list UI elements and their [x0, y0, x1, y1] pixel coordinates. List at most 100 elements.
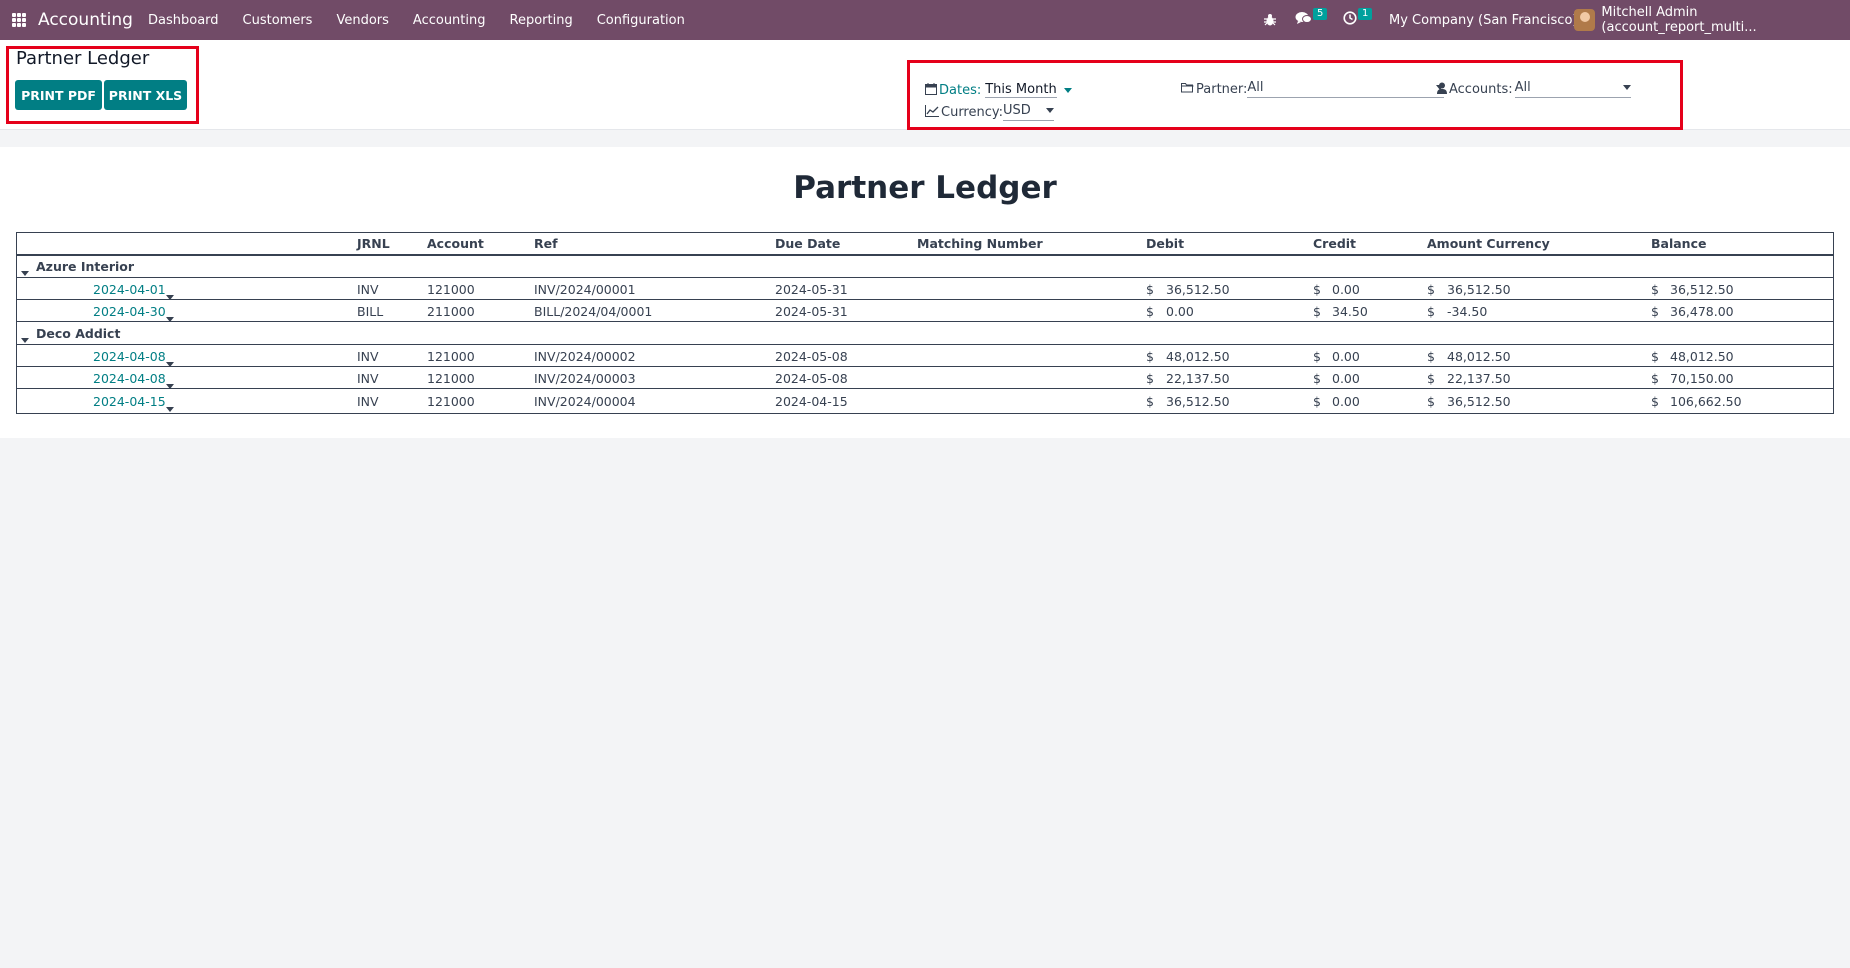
- balance-cell: 36,512.50: [1670, 282, 1734, 297]
- col-ref: Ref: [534, 236, 558, 251]
- currency-symbol: $: [1427, 304, 1435, 319]
- table-row: 2024-04-15 INV 121000 INV/2024/00004 202…: [17, 390, 1833, 412]
- balance-cell: 36,478.00: [1670, 304, 1734, 319]
- chevron-down-icon: [1046, 108, 1055, 113]
- menu-customers[interactable]: Customers: [243, 13, 313, 28]
- currency-symbol: $: [1313, 349, 1321, 364]
- partner-select[interactable]: All: [1247, 80, 1445, 98]
- balance-cell: 48,012.50: [1670, 349, 1734, 364]
- menu-dashboard[interactable]: Dashboard: [148, 13, 219, 28]
- ref-cell: INV/2024/00003: [534, 371, 636, 386]
- due-date-cell: 2024-05-08: [775, 371, 848, 386]
- user-name: Mitchell Admin (account_report_multi...: [1601, 5, 1757, 35]
- currency-symbol: $: [1146, 371, 1154, 386]
- currency-symbol: $: [1313, 304, 1321, 319]
- currency-label: Currency:: [941, 104, 1004, 120]
- currency-symbol: $: [1651, 304, 1659, 319]
- credit-cell: 34.50: [1332, 304, 1368, 319]
- jrnl-cell: INV: [357, 282, 379, 297]
- move-date-link[interactable]: 2024-04-15: [93, 394, 166, 409]
- balance-cell: 106,662.50: [1670, 394, 1742, 409]
- col-due-date: Due Date: [775, 236, 841, 251]
- accounts-value: All: [1514, 80, 1531, 95]
- amount-currency-cell: -34.50: [1447, 304, 1488, 319]
- dates-value[interactable]: This Month: [985, 82, 1057, 98]
- app-brand[interactable]: Accounting: [38, 10, 133, 30]
- menu-reporting[interactable]: Reporting: [510, 13, 573, 28]
- line-menu-caret-icon[interactable]: [166, 407, 174, 412]
- user-icon: [1437, 82, 1447, 97]
- partner-filter[interactable]: Partner: All: [1181, 80, 1445, 98]
- amount-currency-cell: 36,512.50: [1447, 282, 1511, 297]
- col-matching-number: Matching Number: [917, 236, 1043, 251]
- ref-cell: INV/2024/00002: [534, 349, 636, 364]
- report-title: Partner Ledger: [793, 170, 1057, 206]
- folder-icon: [1181, 82, 1194, 96]
- chevron-down-icon: [1622, 85, 1631, 90]
- move-date-link[interactable]: 2024-04-01: [93, 282, 166, 297]
- dates-filter[interactable]: Dates: This Month: [925, 82, 1072, 98]
- credit-cell: 0.00: [1332, 394, 1360, 409]
- app-menu-icon[interactable]: [12, 13, 26, 27]
- jrnl-cell: BILL: [357, 304, 384, 319]
- amount-currency-cell: 48,012.50: [1447, 349, 1511, 364]
- messages-button[interactable]: 5: [1295, 0, 1328, 40]
- dates-label: Dates:: [939, 82, 982, 98]
- account-cell: 121000: [427, 282, 475, 297]
- print-xls-button[interactable]: PRINT XLS: [104, 80, 187, 110]
- jrnl-cell: INV: [357, 371, 379, 386]
- partner-label: Partner:: [1196, 81, 1248, 97]
- user-menu[interactable]: Mitchell Admin (account_report_multi...: [1574, 0, 1850, 40]
- ref-cell: INV/2024/00004: [534, 394, 636, 409]
- currency-symbol: $: [1146, 304, 1154, 319]
- account-cell: 121000: [427, 349, 475, 364]
- account-cell: 121000: [427, 394, 475, 409]
- collapse-caret-icon[interactable]: [21, 271, 29, 276]
- move-date-link[interactable]: 2024-04-30: [93, 304, 166, 319]
- activities-button[interactable]: 1: [1343, 0, 1373, 40]
- chevron-down-icon: [1063, 87, 1072, 93]
- line-menu-caret-icon[interactable]: [166, 317, 174, 322]
- col-account: Account: [427, 236, 484, 251]
- table-row: 2024-04-30 BILL 211000 BILL/2024/04/0001…: [17, 300, 1833, 322]
- currency-symbol: $: [1146, 394, 1154, 409]
- print-pdf-button[interactable]: PRINT PDF: [15, 80, 102, 110]
- ref-cell: INV/2024/00001: [534, 282, 636, 297]
- collapse-caret-icon[interactable]: [21, 338, 29, 343]
- due-date-cell: 2024-05-31: [775, 304, 848, 319]
- currency-value: USD: [1003, 103, 1031, 118]
- line-menu-caret-icon[interactable]: [166, 384, 174, 389]
- jrnl-cell: INV: [357, 349, 379, 364]
- move-date-link[interactable]: 2024-04-08: [93, 349, 166, 364]
- jrnl-cell: INV: [357, 394, 379, 409]
- currency-symbol: $: [1313, 282, 1321, 297]
- table-row: 2024-04-01 INV 121000 INV/2024/00001 202…: [17, 278, 1833, 300]
- ref-cell: BILL/2024/04/0001: [534, 304, 653, 319]
- currency-select[interactable]: USD: [1003, 103, 1055, 121]
- credit-cell: 0.00: [1332, 371, 1360, 386]
- currency-filter[interactable]: Currency: USD: [925, 103, 1055, 121]
- menu-accounting[interactable]: Accounting: [413, 13, 486, 28]
- debug-icon[interactable]: [1263, 0, 1277, 40]
- group-row-deco-addict[interactable]: Deco Addict: [17, 323, 1833, 345]
- accounts-filter[interactable]: Accounts: All: [1437, 80, 1631, 98]
- partner-value: All: [1247, 80, 1264, 95]
- move-date-link[interactable]: 2024-04-08: [93, 371, 166, 386]
- currency-symbol: $: [1146, 349, 1154, 364]
- col-amount-currency: Amount Currency: [1427, 236, 1550, 251]
- top-navbar: Accounting Dashboard Customers Vendors A…: [0, 0, 1850, 40]
- table-row: 2024-04-08 INV 121000 INV/2024/00003 202…: [17, 367, 1833, 389]
- company-switcher[interactable]: My Company (San Francisco): [1389, 0, 1577, 40]
- chat-icon: [1295, 11, 1312, 29]
- main-menu: Dashboard Customers Vendors Accounting R…: [148, 13, 709, 28]
- line-chart-icon: [925, 104, 939, 120]
- group-row-azure-interior[interactable]: Azure Interior: [17, 256, 1833, 278]
- due-date-cell: 2024-04-15: [775, 394, 848, 409]
- currency-symbol: $: [1427, 282, 1435, 297]
- menu-configuration[interactable]: Configuration: [597, 13, 685, 28]
- col-jrnl: JRNL: [357, 236, 390, 251]
- accounts-select[interactable]: All: [1514, 80, 1631, 98]
- menu-vendors[interactable]: Vendors: [336, 13, 388, 28]
- balance-cell: 70,150.00: [1670, 371, 1734, 386]
- debit-cell: 36,512.50: [1166, 282, 1230, 297]
